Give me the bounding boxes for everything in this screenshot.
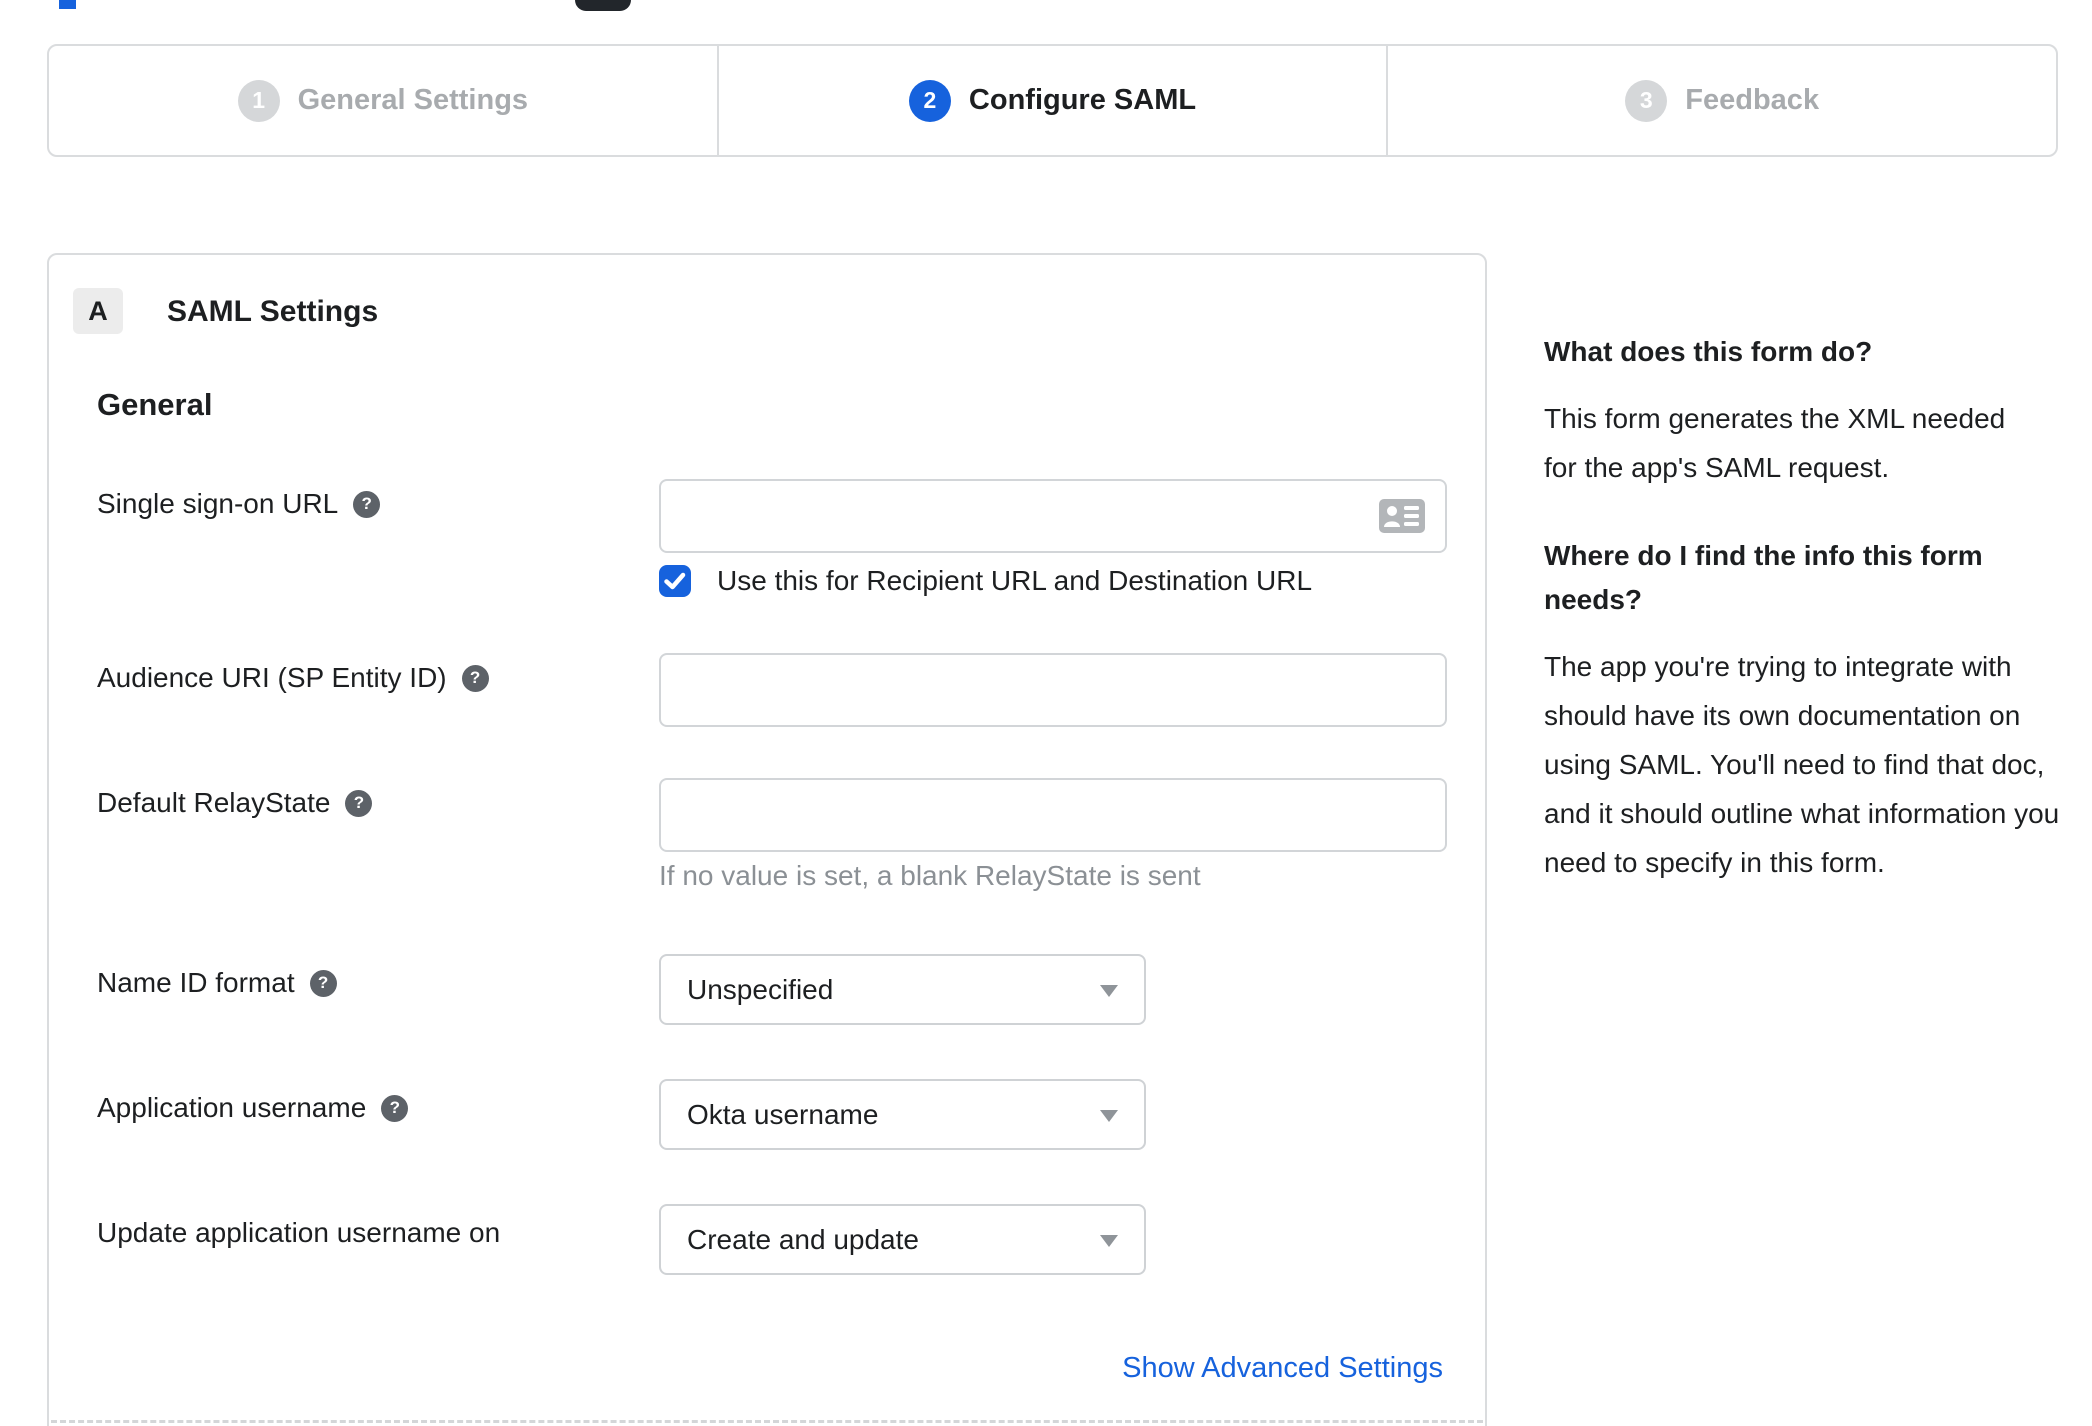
sso-url-label: Single sign-on URL ? <box>97 487 381 521</box>
cropped-page-title-fragment <box>59 0 76 9</box>
step-2-number-badge: 2 <box>908 79 951 122</box>
step-configure-saml[interactable]: 2 Configure SAML <box>716 46 1387 155</box>
application-username-select[interactable]: Okta username <box>659 1079 1146 1150</box>
contact-card-icon[interactable] <box>1379 499 1425 533</box>
saml-settings-panel: A SAML Settings General Single sign-on U… <box>47 253 1487 1426</box>
sidebar-paragraph-what: This form generates the XML needed for t… <box>1544 403 2006 483</box>
help-sidebar: What does this form do? This form genera… <box>1544 330 2072 929</box>
step-3-label: Feedback <box>1685 84 1820 116</box>
relaystate-label-text: Default RelayState <box>97 787 331 818</box>
step-feedback[interactable]: 3 Feedback <box>1386 46 2056 155</box>
chevron-down-icon <box>1100 1234 1118 1247</box>
name-id-format-label: Name ID format ? <box>97 966 337 1000</box>
application-username-help-icon[interactable]: ? <box>381 1094 409 1122</box>
sso-help-icon[interactable]: ? <box>353 490 381 518</box>
application-username-label: Application username ? <box>97 1091 409 1125</box>
step-3-number-badge: 3 <box>1625 79 1668 122</box>
okta-saml-wizard-screen: 1 General Settings 2 Configure SAML 3 Fe… <box>0 0 2092 1426</box>
relaystate-label: Default RelayState ? <box>97 786 373 820</box>
name-id-format-value: Unspecified <box>687 973 834 1005</box>
step-1-number-badge: 1 <box>237 79 280 122</box>
use-for-recipient-checkbox[interactable] <box>659 565 691 597</box>
chevron-down-icon <box>1100 1109 1118 1122</box>
application-username-label-text: Application username <box>97 1092 367 1123</box>
audience-uri-label-text: Audience URI (SP Entity ID) <box>97 662 447 693</box>
audience-help-icon[interactable]: ? <box>461 664 489 692</box>
audience-uri-label: Audience URI (SP Entity ID) ? <box>97 661 489 695</box>
relaystate-hint: If no value is set, a blank RelayState i… <box>659 860 1201 891</box>
section-dashed-divider <box>51 1420 1483 1423</box>
sidebar-heading-what: What does this form do? <box>1544 336 1873 367</box>
step-1-label: General Settings <box>297 84 529 116</box>
sso-url-input[interactable] <box>659 479 1447 553</box>
name-id-help-icon[interactable]: ? <box>309 969 337 997</box>
show-advanced-settings-link[interactable]: Show Advanced Settings <box>1122 1352 1443 1385</box>
step-2-label: Configure SAML <box>968 84 1197 116</box>
panel-title: SAML Settings <box>167 295 379 328</box>
wizard-stepper: 1 General Settings 2 Configure SAML 3 Fe… <box>47 44 2058 157</box>
use-for-recipient-checkbox-label: Use this for Recipient URL and Destinati… <box>717 565 1313 596</box>
sidebar-heading-where: Where do I find the info this form needs… <box>1544 540 1983 615</box>
relaystate-input[interactable] <box>659 778 1447 852</box>
name-id-format-select[interactable]: Unspecified <box>659 954 1146 1025</box>
general-section-title: General <box>97 387 213 422</box>
audience-uri-input[interactable] <box>659 653 1447 727</box>
update-username-on-label-text: Update application username on <box>97 1217 501 1248</box>
section-a-badge: A <box>73 288 123 334</box>
cropped-logo-fragment <box>575 0 631 11</box>
update-username-on-label: Update application username on <box>97 1216 500 1250</box>
update-username-on-select[interactable]: Create and update <box>659 1204 1146 1275</box>
relaystate-help-icon[interactable]: ? <box>345 789 373 817</box>
sidebar-paragraph-where: The app you're trying to integrate with … <box>1544 651 2060 878</box>
sso-url-label-text: Single sign-on URL <box>97 488 339 519</box>
chevron-down-icon <box>1100 984 1118 997</box>
update-username-on-value: Create and update <box>687 1223 919 1255</box>
name-id-format-label-text: Name ID format <box>97 967 295 998</box>
application-username-value: Okta username <box>687 1098 879 1130</box>
step-general-settings[interactable]: 1 General Settings <box>49 46 717 155</box>
